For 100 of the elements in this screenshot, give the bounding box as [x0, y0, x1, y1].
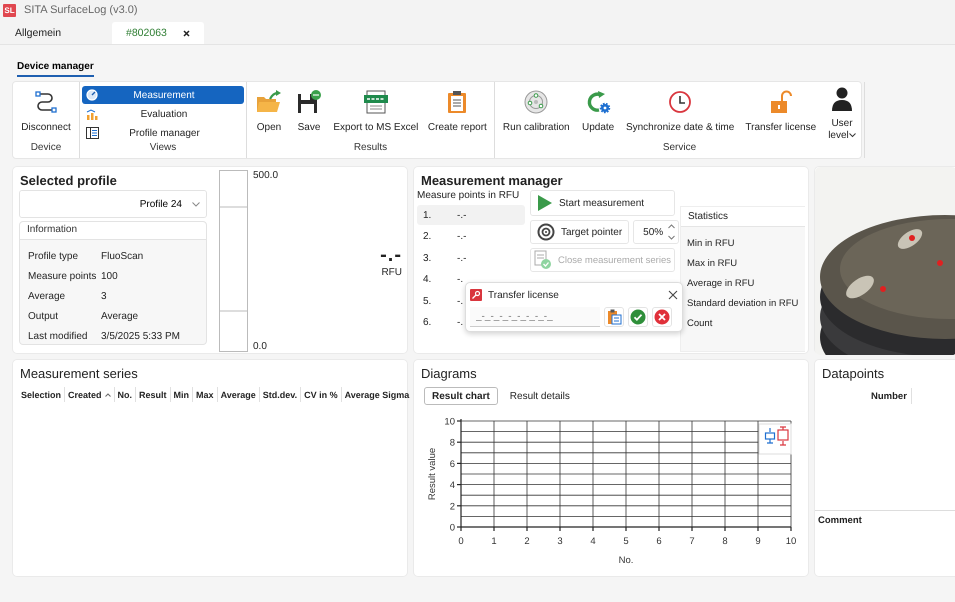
statistic-label: Standard deviation in RFU — [686, 296, 800, 310]
column-header[interactable]: Selection — [18, 387, 66, 402]
measure-point-row[interactable]: 3. -.- — [417, 248, 525, 268]
save-icon — [297, 90, 321, 114]
axis-title: No. — [618, 555, 634, 566]
tick-label: 3 — [557, 536, 563, 547]
column-header[interactable]: CV in % — [301, 387, 342, 402]
tick-label: 4 — [590, 536, 596, 547]
group-label: Views — [148, 142, 178, 155]
tick-label: 10 — [786, 536, 796, 547]
info-label: Profile type — [28, 251, 80, 262]
ribbon-tab[interactable]: Device manager — [17, 61, 94, 77]
column-header[interactable]: Created — [65, 387, 115, 402]
comment-label: Comment — [815, 510, 955, 530]
clipboard-icon — [446, 90, 468, 114]
ribbon-button[interactable]: Export to MS Excel — [329, 82, 423, 142]
info-value: 3 — [101, 291, 108, 302]
spreadsheet-icon — [362, 90, 389, 114]
view-item[interactable]: Measurement — [82, 86, 244, 104]
paste-button[interactable] — [604, 307, 624, 327]
tick-label: 8 — [722, 536, 728, 547]
document-tab[interactable]: #802063 — [112, 22, 204, 44]
panel-title: Measurement manager — [420, 172, 564, 190]
info-value: Average — [101, 311, 140, 322]
ribbon-button[interactable]: Disconnect — [15, 82, 77, 142]
info-value: 100 — [101, 271, 119, 282]
scale-max: 500.0 — [253, 170, 278, 181]
license-field[interactable]: _-_-_-_-_-_-_-_-_ — [470, 307, 600, 327]
unit-label: RFU — [381, 267, 402, 278]
panel-list-icon — [86, 127, 99, 139]
chevron-icon — [192, 202, 200, 206]
tick-label: 0 — [458, 536, 464, 547]
window-title: SITA SurfaceLog (v3.0) — [24, 4, 138, 16]
boxplot-icon[interactable] — [758, 424, 792, 454]
profile-dropdown[interactable]: Profile 24 — [19, 190, 207, 218]
gauge-icon — [86, 89, 98, 101]
tick-label: 2 — [450, 501, 455, 512]
tick-label: 6 — [450, 458, 455, 470]
cancel-button[interactable] — [652, 307, 672, 327]
view-item[interactable]: Profile manager — [82, 124, 244, 142]
play-icon — [537, 194, 553, 212]
measure-point-row[interactable]: 2. -.- — [417, 226, 525, 247]
tick-label: 8 — [450, 438, 455, 449]
refresh-gear-icon — [585, 90, 612, 114]
tick-label: 4 — [450, 480, 455, 492]
info-value: FluoScan — [101, 251, 144, 262]
column-header[interactable]: Std.dev. — [260, 387, 302, 402]
tick-label: 7 — [689, 536, 695, 547]
view-item[interactable]: Evaluation — [82, 105, 244, 123]
key-icon — [470, 289, 482, 301]
target-button[interactable]: Target pointer — [530, 220, 630, 244]
clock-icon — [668, 90, 692, 114]
column-header[interactable]: No. — [114, 387, 136, 402]
folder-icon — [256, 90, 282, 114]
chart-tab[interactable]: Result chart — [424, 387, 498, 405]
column-header[interactable]: Number — [871, 388, 912, 404]
info-value: 3/5/2025 5:33 PM — [101, 331, 181, 342]
ribbon-button[interactable]: Synchronize date & time — [620, 82, 740, 142]
caret-icon — [848, 132, 856, 138]
group-label: Device — [30, 142, 62, 155]
panel-title: Datapoints — [821, 365, 886, 383]
percent-spinner[interactable]: 50% — [633, 220, 680, 244]
calibration-icon — [524, 90, 548, 114]
column-header[interactable]: Min — [170, 387, 194, 402]
ribbon-button[interactable]: Open — [249, 82, 289, 142]
panel-title: Measurement series — [19, 365, 139, 383]
ribbon-button[interactable]: Create report — [422, 82, 492, 142]
tick-label: 9 — [755, 536, 761, 547]
column-header[interactable]: Max — [193, 387, 218, 402]
panel-title: Selected profile — [19, 172, 118, 190]
cancel-icon — [654, 309, 670, 325]
padlock-icon — [770, 90, 792, 114]
clipboard-icon — [606, 309, 622, 325]
tick-label: 10 — [444, 416, 455, 428]
up-down-icon[interactable] — [668, 224, 676, 240]
ribbon-button[interactable]: Save — [289, 82, 329, 142]
panel-title: Diagrams — [420, 365, 478, 383]
confirm-button[interactable] — [628, 307, 648, 327]
document-tab[interactable]: Allgemein — [0, 22, 98, 44]
group-label: Results — [352, 142, 388, 155]
close-icon[interactable] — [183, 30, 190, 36]
statistic-label: Max in RFU — [686, 256, 738, 270]
dropdown-button[interactable]: User level — [822, 82, 862, 142]
column-header[interactable]: Average Sigma — [342, 387, 412, 402]
user-icon — [831, 87, 853, 111]
close-icon[interactable] — [668, 290, 678, 300]
ribbon-button[interactable]: Transfer license — [740, 82, 822, 142]
column-header[interactable]: Average — [218, 387, 260, 402]
tick-label: 2 — [524, 536, 530, 547]
chart-tab[interactable]: Result details — [502, 387, 578, 405]
dialog-title: Transfer license — [488, 290, 560, 300]
measure-point-row[interactable]: 1. -.- — [417, 205, 525, 225]
ribbon-button[interactable]: Run calibration — [497, 82, 576, 142]
ribbon-button[interactable]: Update — [576, 82, 621, 142]
column-header[interactable]: Result — [136, 387, 171, 402]
list-title: Measure points in RFU — [417, 190, 520, 203]
document-check-icon — [534, 250, 552, 270]
start-button[interactable]: Start measurement — [530, 190, 675, 216]
info-label: Average — [28, 291, 66, 302]
statistic-label: Average in RFU — [686, 276, 756, 290]
